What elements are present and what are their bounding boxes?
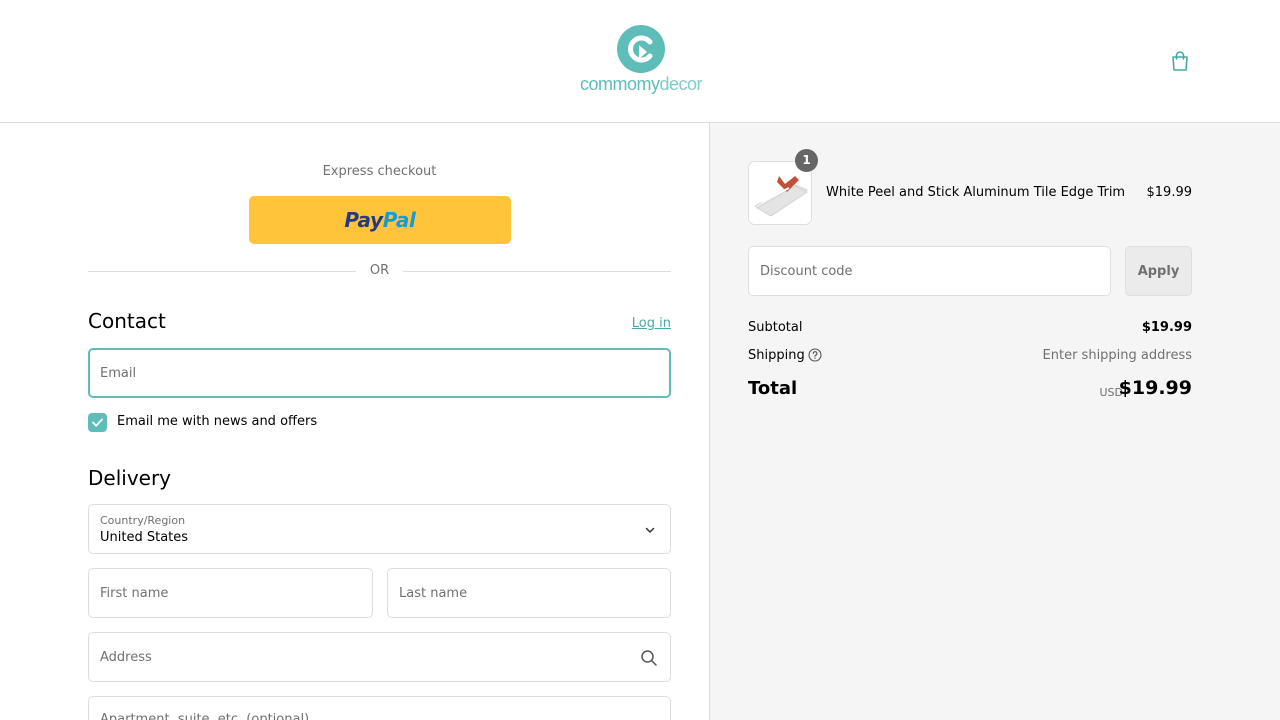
logo-mark-icon	[617, 25, 665, 73]
brand-logo[interactable]: commomydecor	[576, 25, 706, 97]
shopping-bag-icon[interactable]	[1170, 50, 1190, 72]
country-label: Country/Region	[100, 514, 186, 527]
total-value: $19.99	[1118, 377, 1192, 399]
discount-code-field[interactable]: Discount code	[748, 246, 1111, 296]
last-name-field[interactable]: Last name	[387, 568, 671, 618]
total-currency: USD	[1099, 386, 1123, 399]
search-icon[interactable]	[640, 649, 658, 667]
express-checkout-label: Express checkout	[322, 164, 437, 179]
divider-line-right	[403, 271, 671, 272]
newsletter-checkbox[interactable]	[88, 413, 107, 432]
paypal-button[interactable]: PayPal	[249, 196, 511, 244]
divider-line-left	[88, 271, 356, 272]
product-price: $19.99	[1146, 185, 1193, 200]
discount-placeholder: Discount code	[760, 264, 853, 279]
total-label: Total	[748, 378, 798, 399]
shipping-value: Enter shipping address	[1042, 348, 1192, 363]
subtotal-label: Subtotal	[748, 320, 803, 335]
help-icon[interactable]	[808, 348, 822, 362]
or-text: OR	[369, 263, 390, 278]
apply-button[interactable]: Apply	[1125, 246, 1192, 296]
country-value: United States	[100, 530, 189, 545]
address-field[interactable]: Address	[88, 632, 671, 682]
subtotal-value: $19.99	[1141, 320, 1192, 335]
email-field[interactable]: Email	[88, 348, 671, 398]
site-header: commomydecor	[0, 0, 1280, 123]
email-placeholder: Email	[100, 366, 137, 381]
paypal-logo: PayPal	[344, 208, 416, 232]
newsletter-label: Email me with news and offers	[117, 414, 318, 429]
quantity-badge: 1	[795, 149, 818, 172]
address-placeholder: Address	[100, 650, 152, 665]
last-name-placeholder: Last name	[399, 586, 468, 601]
contact-heading: Contact	[88, 309, 166, 333]
product-name: White Peel and Stick Aluminum Tile Edge …	[826, 185, 1126, 200]
chevron-down-icon	[645, 527, 655, 533]
logo-wordmark: commomydecor	[579, 74, 703, 94]
apartment-field[interactable]: Apartment, suite, etc. (optional)	[88, 696, 671, 720]
shipping-label: Shipping	[748, 348, 805, 363]
first-name-field[interactable]: First name	[88, 568, 373, 618]
first-name-placeholder: First name	[100, 586, 169, 601]
country-select[interactable]: Country/Region United States	[88, 504, 671, 554]
checkmark-icon	[92, 418, 103, 427]
login-link[interactable]: Log in	[600, 316, 671, 331]
apartment-placeholder: Apartment, suite, etc. (optional)	[100, 712, 310, 720]
delivery-heading: Delivery	[88, 466, 172, 490]
or-divider: OR	[88, 262, 671, 282]
